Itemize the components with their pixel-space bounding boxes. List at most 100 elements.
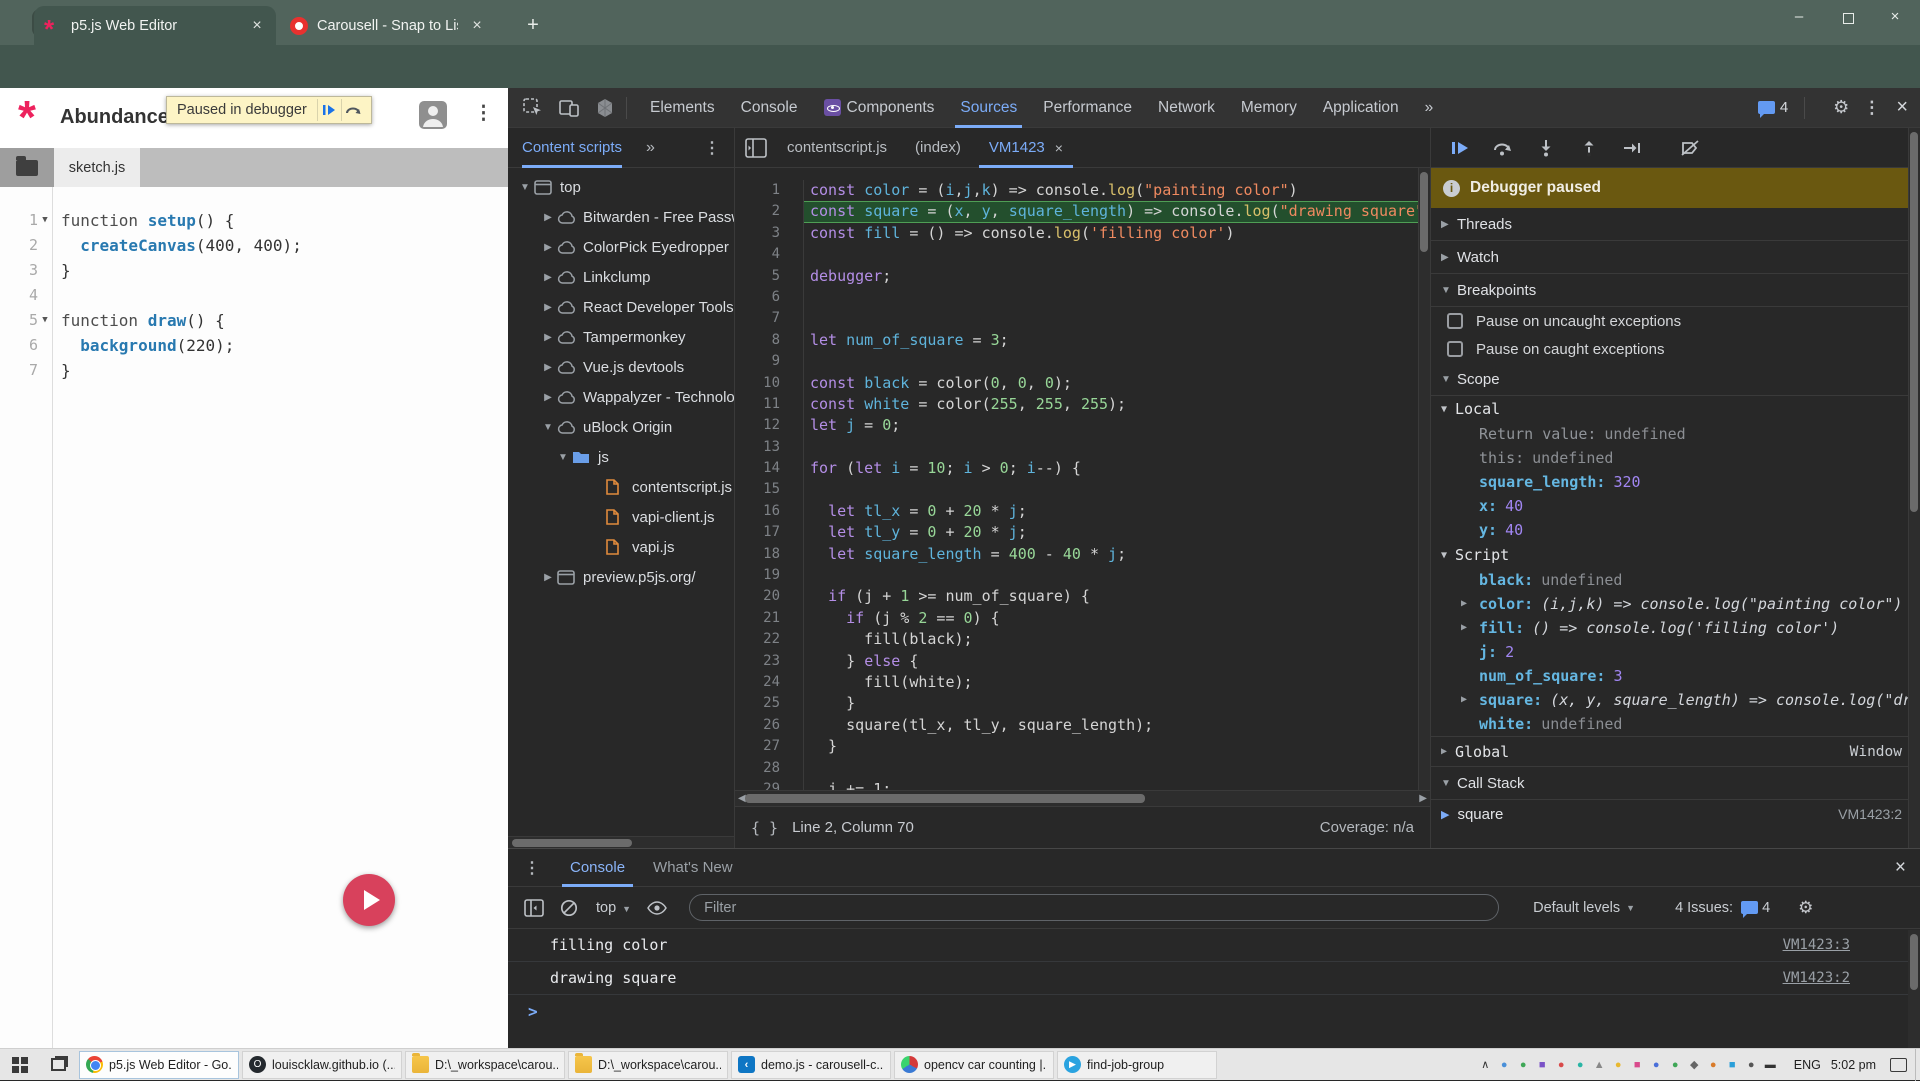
line-number[interactable]: 8: [735, 330, 804, 351]
tray-icon[interactable]: ●: [1552, 1059, 1571, 1071]
line-number[interactable]: 23: [735, 651, 804, 672]
tray-icon[interactable]: ▲: [1590, 1059, 1609, 1071]
console-filter-input[interactable]: [689, 894, 1499, 921]
navigator-toggle-icon[interactable]: [745, 138, 767, 158]
sidebar-more-tabs-chevron[interactable]: »: [646, 139, 655, 157]
checkbox-uncaught[interactable]: [1447, 313, 1463, 329]
tree-item-linkclump[interactable]: ▶Linkclump: [508, 262, 734, 292]
devtools-tab-network[interactable]: Network: [1145, 88, 1228, 128]
tree-arrow-icon[interactable]: ▶: [541, 362, 555, 373]
line-number[interactable]: 7: [735, 308, 804, 329]
taskbar-app-telegram[interactable]: ▶find-job-group: [1057, 1051, 1217, 1079]
line-number[interactable]: 12: [735, 415, 804, 436]
line-number[interactable]: 22: [735, 629, 804, 650]
tray-icon[interactable]: ■: [1723, 1059, 1742, 1071]
browser-tab[interactable]: Carousell - Snap to List, Chat t×: [280, 6, 496, 45]
tab-whats-new[interactable]: What's New: [639, 849, 747, 887]
tray-icon[interactable]: ●: [1495, 1059, 1514, 1071]
taskbar-app-github[interactable]: Olouiscklaw.github.io (...: [242, 1051, 402, 1079]
section-breakpoints[interactable]: ▼Breakpoints: [1431, 274, 1920, 307]
console-sidebar-icon[interactable]: [524, 899, 544, 917]
tray-icon[interactable]: ●: [1666, 1059, 1685, 1071]
tray-icon[interactable]: ■: [1533, 1059, 1552, 1071]
tree-item-react-developer-tools[interactable]: ▶React Developer Tools: [508, 292, 734, 322]
browser-tab[interactable]: *p5.js Web Editor×: [34, 6, 276, 45]
account-icon[interactable]: [418, 100, 448, 130]
tray-icon[interactable]: ●: [1514, 1059, 1533, 1071]
tree-item-top[interactable]: ▼top: [508, 172, 734, 202]
tree-item-vapi-js[interactable]: vapi.js: [508, 532, 734, 562]
step-over-button[interactable]: [341, 99, 365, 121]
devtools-close-icon[interactable]: ×: [1896, 96, 1908, 119]
tree-arrow-icon[interactable]: ▶: [541, 332, 555, 343]
devtools-tab-components[interactable]: Components: [811, 88, 948, 128]
devtools-tab-application[interactable]: Application: [1310, 88, 1412, 128]
resume-execution-icon[interactable]: [1446, 140, 1474, 156]
scope-variable-row[interactable]: this:undefined: [1431, 446, 1920, 470]
section-call-stack[interactable]: ▼Call Stack: [1431, 767, 1920, 800]
source-link[interactable]: VM1423:2: [1783, 970, 1850, 986]
devtools-menu-kebab-icon[interactable]: ⋮: [1863, 98, 1880, 118]
taskbar-app-folder[interactable]: D:\_workspace\carou...: [405, 1051, 565, 1079]
line-number[interactable]: 9: [735, 351, 804, 372]
scroll-right-arrow-icon[interactable]: ▶: [1419, 793, 1427, 804]
taskbar-app-folder[interactable]: D:\_workspace\carou...: [568, 1051, 728, 1079]
clear-console-icon[interactable]: [560, 899, 578, 917]
scope-variable-row[interactable]: ▶fill:() => console.log('filling color'): [1431, 616, 1920, 640]
tab-content-scripts[interactable]: Content scripts: [522, 128, 622, 168]
pretty-print-icon[interactable]: { }: [751, 819, 778, 837]
tab-console[interactable]: Console: [556, 849, 639, 887]
scope-local-header[interactable]: ▼Local: [1431, 396, 1920, 422]
tab-close-icon[interactable]: ×: [248, 17, 266, 35]
line-number[interactable]: 19: [735, 565, 804, 586]
p5-code-editor[interactable]: 1▼function setup() {2 createCanvas(400, …: [0, 208, 508, 383]
inspect-element-icon[interactable]: [522, 98, 544, 118]
line-number[interactable]: 11: [735, 394, 804, 415]
keyboard-language[interactable]: ENG: [1794, 1058, 1821, 1072]
console-settings-gear-icon[interactable]: ⚙: [1798, 898, 1813, 918]
sidebar-horizontal-scrollbar[interactable]: [508, 836, 734, 848]
step-into-icon[interactable]: [1532, 139, 1560, 157]
more-panels-chevron[interactable]: »: [1412, 88, 1447, 128]
tray-icon[interactable]: ◆: [1685, 1058, 1704, 1071]
line-number[interactable]: 2: [735, 201, 804, 222]
line-number[interactable]: 29: [735, 779, 804, 790]
tray-icon[interactable]: ▬: [1761, 1059, 1780, 1071]
scope-variable-row[interactable]: black:undefined: [1431, 568, 1920, 592]
tree-item-wappalyzer-technology-profiler[interactable]: ▶Wappalyzer - Technology profiler: [508, 382, 734, 412]
tree-item-js[interactable]: ▼js: [508, 442, 734, 472]
tree-arrow-icon[interactable]: ▶: [541, 392, 555, 403]
line-number[interactable]: 28: [735, 758, 804, 779]
expand-arrow-icon[interactable]: ▶: [1461, 616, 1467, 640]
device-toolbar-icon[interactable]: [558, 98, 580, 118]
live-expression-eye-icon[interactable]: [647, 901, 667, 915]
scope-global-header[interactable]: ▶ Global Window: [1431, 736, 1920, 767]
call-stack-frame[interactable]: ▶ square VM1423:2: [1431, 800, 1920, 828]
line-number[interactable]: 13: [735, 437, 804, 458]
scope-variable-row[interactable]: j:2: [1431, 640, 1920, 664]
tray-icon[interactable]: ●: [1704, 1059, 1723, 1071]
taskbar-app-opencv[interactable]: opencv car counting |...: [894, 1051, 1054, 1079]
tree-arrow-icon[interactable]: ▶: [541, 572, 555, 583]
line-number[interactable]: 21: [735, 608, 804, 629]
editor-horizontal-scrollbar[interactable]: ◀ ▶: [735, 790, 1430, 806]
console-vertical-scrollbar[interactable]: [1908, 930, 1920, 1049]
fold-arrow-icon[interactable]: ▼: [38, 308, 52, 333]
new-tab-button[interactable]: +: [520, 12, 546, 38]
tab-close-icon[interactable]: ×: [468, 17, 486, 35]
tree-arrow-icon[interactable]: ▶: [541, 242, 555, 253]
scope-variable-row[interactable]: Return value:undefined: [1431, 422, 1920, 446]
file-panel-toggle-button[interactable]: [0, 148, 54, 187]
tree-item-bitwarden-free-password-manager[interactable]: ▶Bitwarden - Free Password Manager: [508, 202, 734, 232]
start-button[interactable]: [0, 1049, 40, 1081]
tray-icon[interactable]: ■: [1628, 1059, 1647, 1071]
devtools-tab-console[interactable]: Console: [728, 88, 811, 128]
section-scope[interactable]: ▼Scope: [1431, 363, 1920, 396]
line-number[interactable]: 20: [735, 586, 804, 607]
line-number[interactable]: 14: [735, 458, 804, 479]
console-messages-icon[interactable]: [1758, 101, 1775, 114]
source-code-view[interactable]: 1const color = (i,j,k) => console.log("p…: [735, 168, 1430, 790]
taskbar-app-chrome[interactable]: p5.js Web Editor - Go...: [79, 1051, 239, 1079]
step-out-icon[interactable]: [1575, 139, 1603, 157]
scope-variable-row[interactable]: y:40: [1431, 518, 1920, 542]
